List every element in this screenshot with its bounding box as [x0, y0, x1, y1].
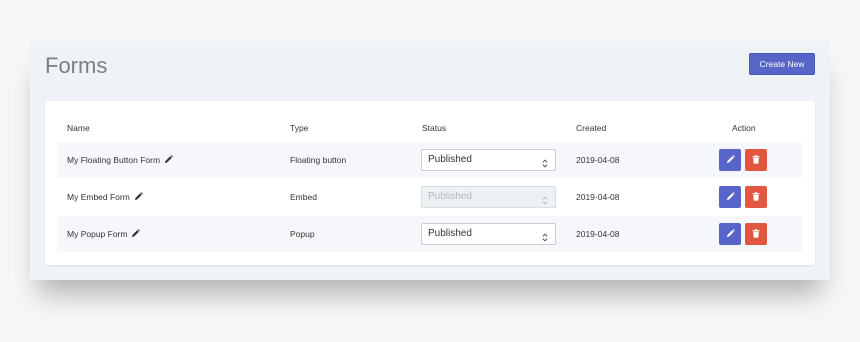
pencil-icon — [726, 154, 735, 166]
form-name-cell: My Floating Button Form — [67, 155, 173, 166]
forms-table-card: Name Type Status Created Action My Float… — [45, 101, 815, 265]
pencil-icon[interactable] — [164, 155, 173, 166]
chevron-updown-icon — [542, 156, 548, 176]
status-selected-value: Published — [428, 154, 472, 165]
created-date: 2019-04-08 — [576, 229, 620, 239]
table-row: My Popup Form Popup Published 2019-04-08 — [57, 216, 802, 252]
status-select[interactable]: Published — [421, 223, 556, 245]
status-select[interactable]: Published — [421, 149, 556, 171]
trash-icon — [752, 228, 760, 240]
delete-button[interactable] — [745, 223, 767, 245]
trash-icon — [752, 191, 760, 203]
edit-button[interactable] — [719, 149, 741, 171]
status-select: Published — [421, 186, 556, 208]
column-header-type: Type — [290, 123, 309, 133]
form-type: Floating button — [290, 155, 347, 165]
edit-button[interactable] — [719, 223, 741, 245]
status-selected-value: Published — [428, 228, 472, 239]
edit-button[interactable] — [719, 186, 741, 208]
pencil-icon[interactable] — [131, 229, 141, 240]
delete-button[interactable] — [745, 149, 767, 171]
created-date: 2019-04-08 — [576, 155, 620, 165]
form-type: Embed — [290, 192, 317, 202]
column-header-name: Name — [67, 123, 90, 133]
form-name: My Floating Button Form — [67, 155, 161, 165]
column-header-created: Created — [576, 123, 607, 133]
trash-icon — [752, 154, 760, 166]
column-header-action: Action — [732, 123, 756, 133]
form-name-cell: My Embed Form — [67, 192, 143, 203]
pencil-icon — [726, 191, 735, 203]
column-header-status: Status — [422, 123, 447, 133]
chevron-updown-icon — [542, 230, 548, 250]
status-selected-value: Published — [428, 191, 472, 202]
table-row: My Floating Button Form Floating button … — [57, 142, 802, 178]
pencil-icon[interactable] — [134, 192, 143, 203]
pencil-icon — [726, 228, 735, 240]
page-title: Forms — [45, 53, 108, 78]
form-name-cell: My Popup Form — [67, 229, 141, 240]
table-header: Name Type Status Created Action — [57, 118, 802, 138]
form-type: Popup — [290, 229, 315, 239]
form-name: My Embed Form — [67, 192, 130, 202]
created-date: 2019-04-08 — [576, 192, 620, 202]
chevron-updown-icon — [542, 193, 548, 213]
delete-button[interactable] — [745, 186, 767, 208]
forms-panel: Forms Create New Name Type Status Create… — [30, 41, 830, 280]
create-new-button[interactable]: Create New — [749, 53, 815, 75]
form-name: My Popup Form — [67, 229, 128, 239]
table-row: My Embed Form Embed Published 2019-04-08 — [57, 179, 802, 215]
